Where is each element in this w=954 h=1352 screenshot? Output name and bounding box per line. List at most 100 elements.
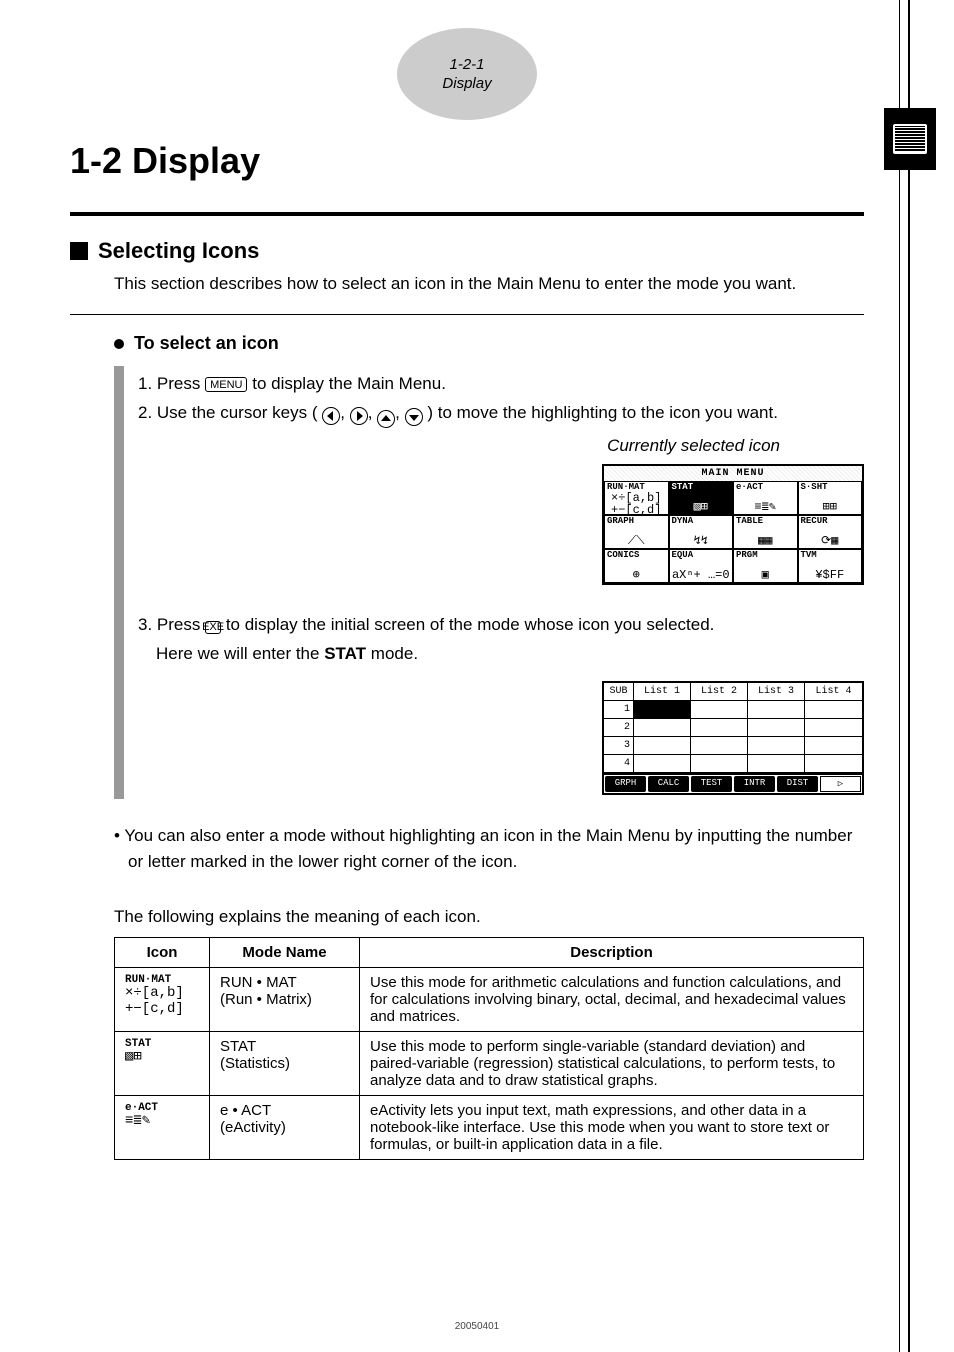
step-3-pre: 3. Press bbox=[138, 615, 205, 634]
menu-cell-glyph: ¥$FF bbox=[801, 569, 860, 581]
stat-cell bbox=[805, 719, 862, 737]
step-1-pre: 1. Press bbox=[138, 374, 205, 393]
stat-cell bbox=[748, 737, 805, 755]
step-3b-pre: Here we will enter the bbox=[156, 644, 324, 663]
icon-cell-glyph: ▧⊞ bbox=[125, 1049, 142, 1065]
table-row: RUN·MAT×÷[a,b] +−[c,d]RUN • MAT (Run • M… bbox=[115, 968, 864, 1032]
menu-cell-eact: e·ACT ≡≣✎ bbox=[733, 481, 798, 515]
exe-key-icon: EXE bbox=[205, 621, 221, 634]
softkey-grph: GRPH bbox=[605, 776, 646, 792]
tip-note: • You can also enter a mode without high… bbox=[84, 823, 864, 876]
menu-cell-label: EQUA bbox=[672, 551, 731, 560]
step-3-line2: Here we will enter the STAT mode. bbox=[138, 640, 864, 669]
icon-cell-glyph: ×÷[a,b] +−[c,d] bbox=[125, 985, 184, 1016]
description-cell: eActivity lets you input text, math expr… bbox=[360, 1096, 864, 1160]
icon-cell: STAT▧⊞ bbox=[115, 1032, 210, 1096]
menu-cell-equa: EQUA aXⁿ+ …=0 bbox=[669, 549, 734, 583]
menu-cell-label: TABLE bbox=[736, 517, 795, 526]
section-intro: This section describes how to select an … bbox=[114, 274, 864, 294]
stat-cell bbox=[634, 701, 691, 719]
menu-cell-runmat: RUN·MAT×÷[a,b] +−[c,d] bbox=[604, 481, 669, 515]
procedure-heading: To select an icon bbox=[134, 333, 279, 354]
menu-cell-glyph: ↯↯ bbox=[672, 535, 731, 547]
mode-name-cell: STAT (Statistics) bbox=[210, 1032, 360, 1096]
menu-cell-glyph: ≡≣✎ bbox=[736, 501, 795, 513]
menu-cell-glyph: ▦▦ bbox=[736, 535, 795, 547]
cursor-down-key-icon bbox=[405, 408, 423, 426]
stat-row-index: 4 bbox=[604, 755, 634, 773]
section-bullet-icon bbox=[70, 242, 88, 260]
stat-col-header: List 3 bbox=[748, 683, 805, 701]
menu-cell-graph: GRAPH⟋⟍ bbox=[604, 515, 669, 549]
menu-cell-label: RECUR bbox=[801, 517, 860, 526]
th-icon: Icon bbox=[115, 938, 210, 968]
mode-name-cell: RUN • MAT (Run • Matrix) bbox=[210, 968, 360, 1032]
stat-cell bbox=[805, 755, 862, 773]
table-row: 4 bbox=[604, 755, 862, 773]
menu-cell-prgm: PRGM ▣ bbox=[733, 549, 798, 583]
header-section-name: Display bbox=[442, 74, 491, 94]
stat-cell bbox=[634, 755, 691, 773]
cursor-right-key-icon bbox=[350, 407, 368, 425]
procedure-block: 1. Press MENU to display the Main Menu. … bbox=[114, 366, 864, 799]
menu-cell-glyph: ⟋⟍ bbox=[607, 535, 666, 547]
page-footer-code: 20050401 bbox=[0, 1321, 954, 1332]
step-1: 1. Press MENU to display the Main Menu. bbox=[138, 370, 864, 399]
menu-cell-glyph: ▣ bbox=[736, 569, 795, 581]
cursor-left-key-icon bbox=[322, 407, 340, 425]
description-cell: Use this mode to perform single-variable… bbox=[360, 1032, 864, 1096]
stat-col-header: List 2 bbox=[691, 683, 748, 701]
menu-cell-label: DYNA bbox=[672, 517, 731, 526]
step-2: 2. Use the cursor keys ( , , , ) to move… bbox=[138, 399, 864, 428]
menu-cell-recur: RECUR ⟳▦ bbox=[798, 515, 863, 549]
table-row: e·ACT≡≣✎e • ACT (eActivity)eActivity let… bbox=[115, 1096, 864, 1160]
stat-cell bbox=[691, 737, 748, 755]
menu-cell-glyph: ⟳▦ bbox=[801, 535, 860, 547]
menu-key-icon: MENU bbox=[205, 377, 247, 392]
menu-title: MAIN MENU bbox=[604, 466, 862, 481]
section-heading: Selecting Icons bbox=[98, 238, 259, 264]
sep1: , bbox=[340, 403, 349, 422]
menu-cell-dyna: DYNA ↯↯ bbox=[669, 515, 734, 549]
softkey-calc: CALC bbox=[648, 776, 689, 792]
header-section-number: 1-2-1 bbox=[449, 55, 484, 75]
menu-cell-glyph: ⊞⊞ bbox=[801, 501, 860, 513]
figure-caption: Currently selected icon bbox=[138, 436, 864, 456]
cursor-up-key-icon bbox=[377, 410, 395, 428]
softkey-dist: DIST bbox=[777, 776, 818, 792]
icon-cell: e·ACT≡≣✎ bbox=[115, 1096, 210, 1160]
menu-cell-glyph: aXⁿ+ …=0 bbox=[672, 569, 731, 581]
sep3: , bbox=[395, 403, 404, 422]
table-lead: The following explains the meaning of ea… bbox=[70, 907, 864, 927]
menu-cell-label: PRGM bbox=[736, 551, 795, 560]
sep2: , bbox=[368, 403, 377, 422]
stat-sub-label: SUB bbox=[604, 683, 634, 701]
menu-cell-glyph: ⊕ bbox=[607, 569, 666, 581]
menu-cell-label: TVM bbox=[801, 551, 860, 560]
menu-cell-label: S·SHT bbox=[801, 483, 860, 492]
step-3-mid: to display the initial screen of the mod… bbox=[226, 615, 715, 634]
menu-cell-conics: CONICS ⊕ bbox=[604, 549, 669, 583]
procedure-bullet-icon bbox=[114, 339, 124, 349]
step-3-line1: 3. Press EXE to display the initial scre… bbox=[138, 611, 864, 640]
menu-cell-label: CONICS bbox=[607, 551, 666, 560]
stat-row-index: 1 bbox=[604, 701, 634, 719]
stat-cell bbox=[634, 737, 691, 755]
table-row: 3 bbox=[604, 737, 862, 755]
stat-col-header: List 1 bbox=[634, 683, 691, 701]
description-cell: Use this mode for arithmetic calculation… bbox=[360, 968, 864, 1032]
step-2-post: ) to move the highlighting to the icon y… bbox=[427, 403, 778, 422]
menu-cell-label: STAT bbox=[672, 483, 731, 492]
menu-cell-glyph: ×÷[a,b] +−[c,d] bbox=[607, 492, 666, 516]
step-3b-post: mode. bbox=[371, 644, 418, 663]
step-3b-stat: STAT bbox=[324, 644, 366, 663]
page-header-badge: 1-2-1 Display bbox=[397, 28, 537, 120]
stat-cell bbox=[805, 737, 862, 755]
menu-cell-table: TABLE ▦▦ bbox=[733, 515, 798, 549]
softkey-intr: INTR bbox=[734, 776, 775, 792]
menu-cell-label: e·ACT bbox=[736, 483, 795, 492]
menu-cell-stat: STAT▧⊞ bbox=[669, 481, 734, 515]
table-row: STAT▧⊞STAT (Statistics)Use this mode to … bbox=[115, 1032, 864, 1096]
table-row: 2 bbox=[604, 719, 862, 737]
page-title: 1-2 Display bbox=[70, 140, 864, 182]
